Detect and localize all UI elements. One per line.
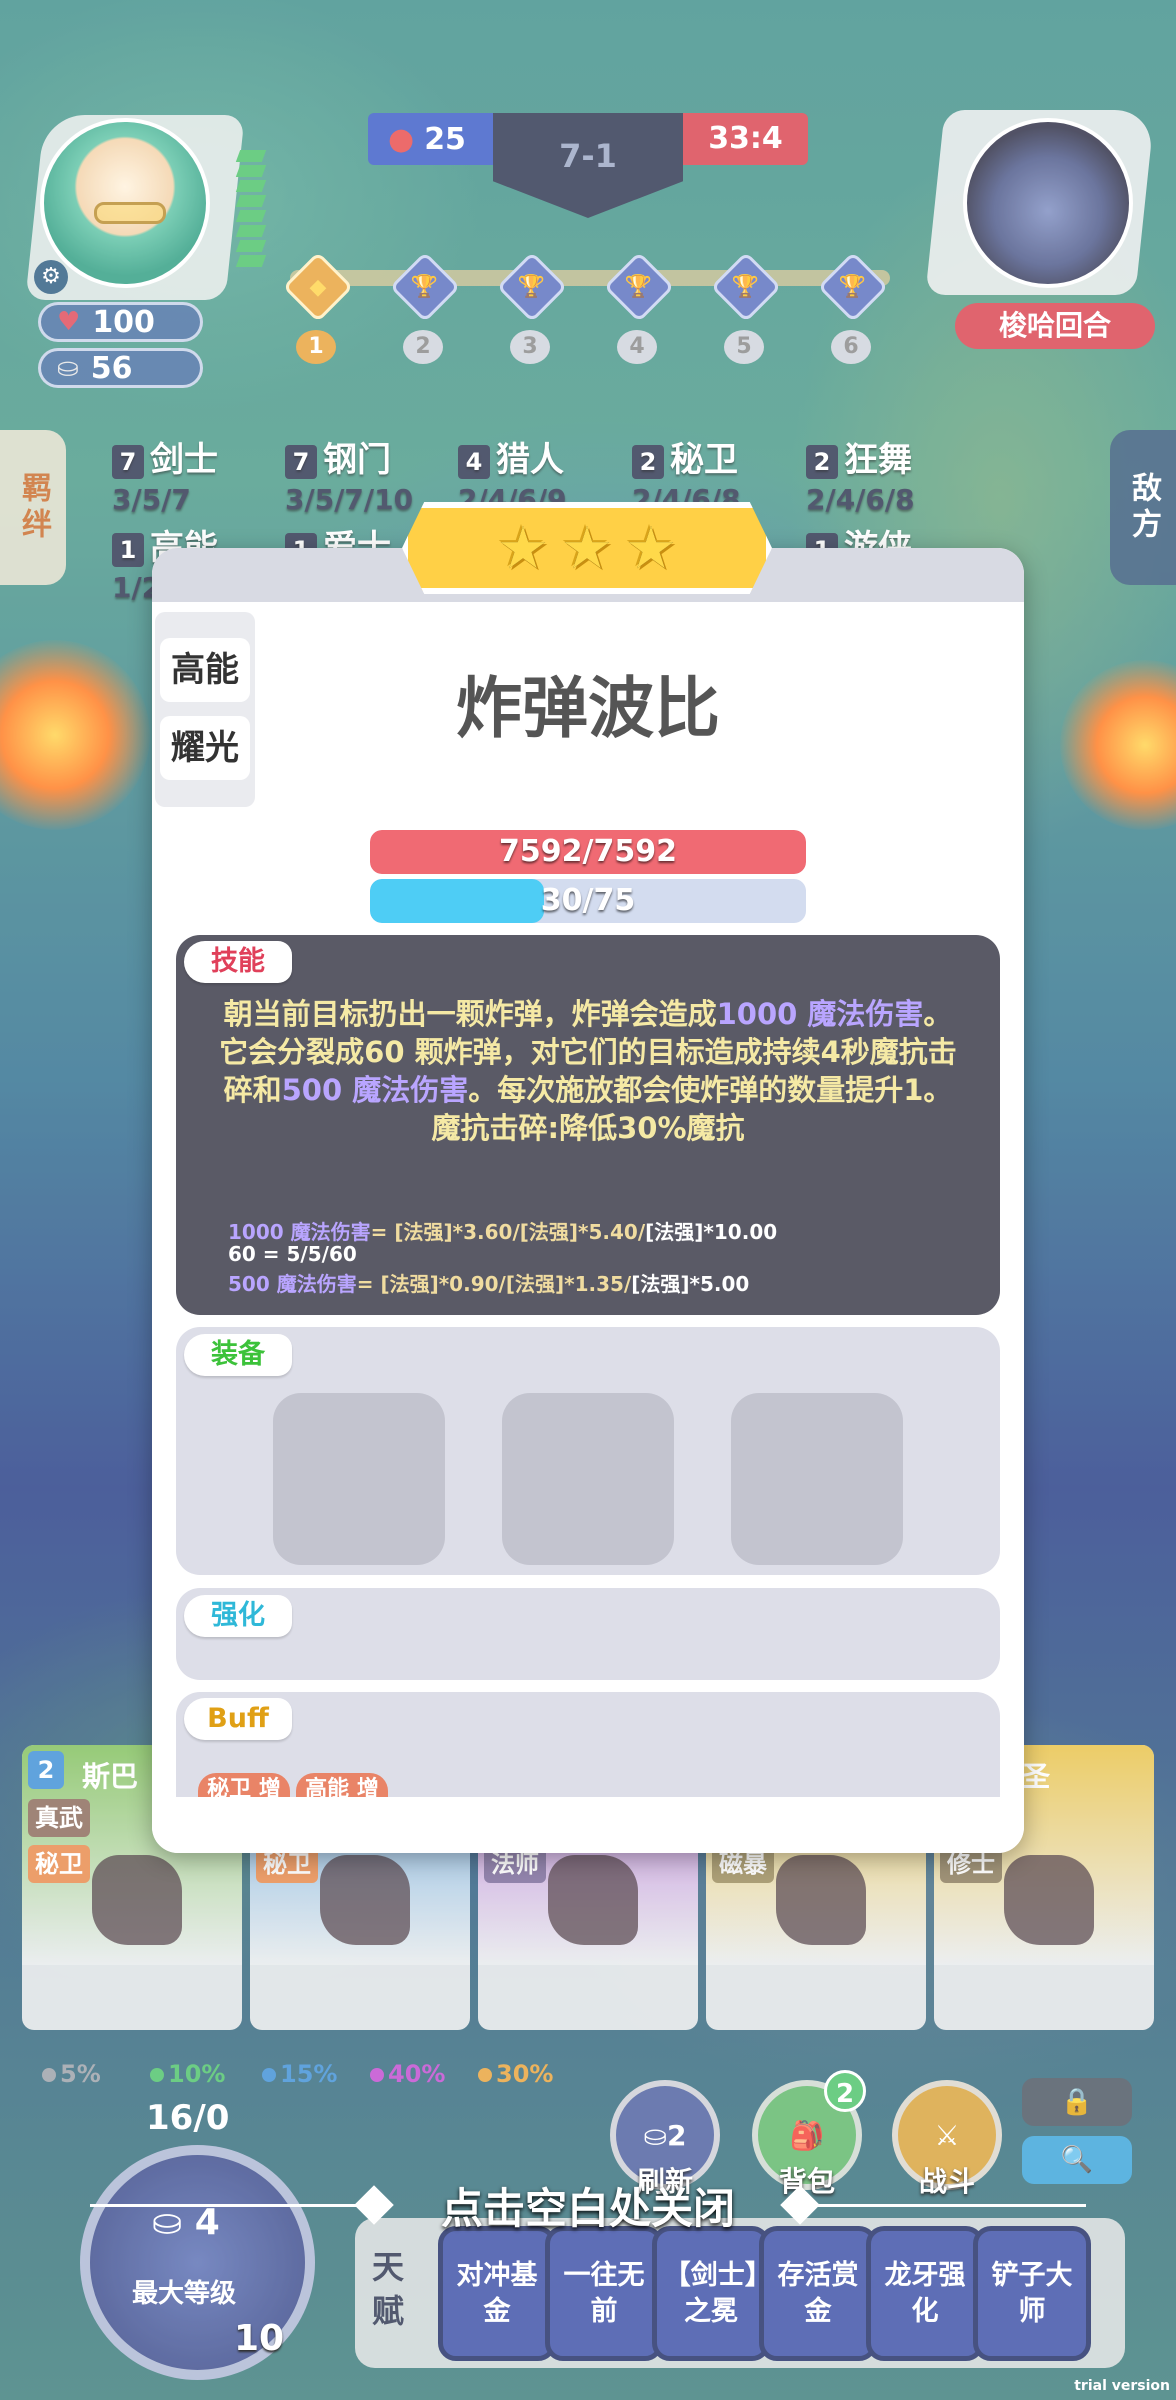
- mana-bar: 30/75: [370, 879, 806, 923]
- buff-label: Buff: [184, 1698, 292, 1740]
- skill-formula-1: 1000 魔法伤害= [法强]*3.60/[法强]*5.40/[法强]*10.0…: [228, 1220, 778, 1244]
- star-icon: ★: [497, 514, 549, 582]
- skill-formula-3: 500 魔法伤害= [法强]*0.90/[法强]*1.35/[法强]*5.00: [228, 1272, 750, 1296]
- modal-footer: [152, 1797, 1024, 1853]
- close-hint: 点击空白处关闭: [440, 2183, 735, 2233]
- equipment-slot-1[interactable]: [273, 1393, 445, 1565]
- star-icon: ★: [625, 514, 677, 582]
- enhance-section: [176, 1588, 1000, 1680]
- star-rating: ★ ★ ★: [402, 502, 772, 594]
- star-icon: ★: [561, 514, 613, 582]
- hp-bar-text: 7592/7592: [499, 834, 677, 869]
- skill-formula-2: 60 = 5/5/60: [228, 1242, 357, 1266]
- hp-bar: 7592/7592: [370, 830, 806, 874]
- equipment-label: 装备: [184, 1334, 292, 1376]
- equipment-slot-2[interactable]: [502, 1393, 674, 1565]
- skill-label: 技能: [184, 941, 292, 983]
- watermark: trial version: [1074, 2378, 1170, 2394]
- equipment-slot-3[interactable]: [731, 1393, 903, 1565]
- mana-bar-text: 30/75: [540, 883, 636, 918]
- unit-name: 炸弹波比: [456, 670, 720, 747]
- skill-description: 朝当前目标扔出一颗炸弹，炸弹会造成1000 魔法伤害。它会分裂成60 颗炸弹，对…: [219, 997, 957, 1145]
- enhance-label: 强化: [184, 1595, 292, 1637]
